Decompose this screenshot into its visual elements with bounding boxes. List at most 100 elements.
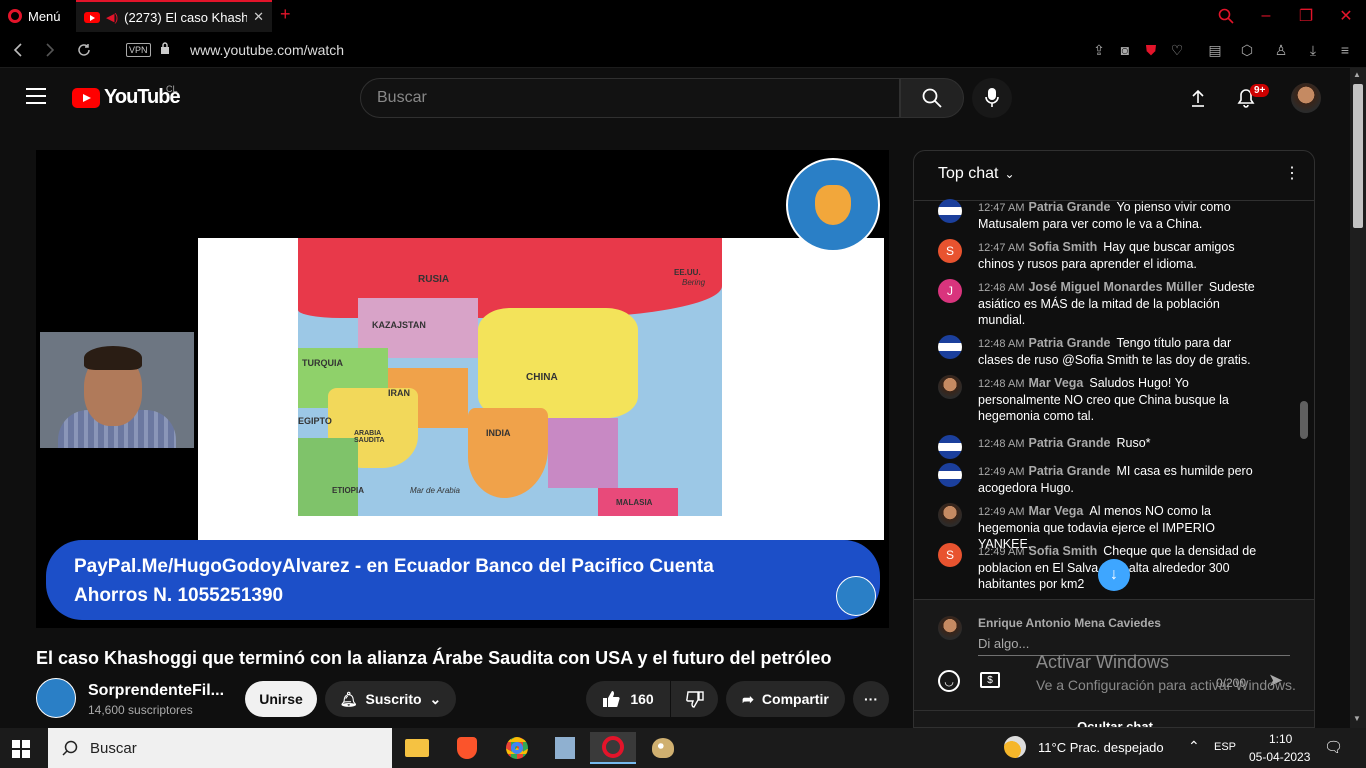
channel-name[interactable]: SorprendenteFil... — [88, 682, 224, 700]
chat-input-placeholder: Di algo... — [978, 636, 1030, 651]
close-window-button[interactable]: ✕ — [1326, 0, 1366, 32]
share-label: Compartir — [761, 691, 829, 707]
brave-browser-icon[interactable] — [444, 732, 490, 764]
chat-message[interactable]: 12:48 AM Patria Grande Tengo título para d… — [938, 335, 1268, 368]
start-windows-icon[interactable] — [12, 740, 30, 758]
url-field[interactable]: www.youtube.com/watch — [190, 42, 344, 58]
search-button[interactable] — [900, 78, 964, 118]
weather-text[interactable]: 11°C Prac. despejado — [1038, 740, 1164, 755]
download-icon[interactable]: ⤓ — [1304, 41, 1322, 59]
vpn-badge[interactable]: VPN — [126, 43, 151, 57]
clock-date[interactable]: 05-04-2023 — [1249, 750, 1310, 764]
video-title: El caso Khashoggi que terminó con la ali… — [36, 648, 832, 668]
chat-author-name[interactable]: Patria Grande — [1028, 336, 1110, 350]
scroll-to-bottom-button[interactable]: ↓ — [1098, 559, 1130, 591]
chat-author-avatar — [938, 335, 962, 359]
chat-message[interactable]: 12:48 AM Mar Vega Saludos Hugo! Yo persona… — [938, 375, 1268, 424]
share-button[interactable]: ➦ Compartir — [726, 681, 845, 717]
like-button[interactable]: 160 — [586, 681, 670, 717]
maximize-button[interactable]: ❐ — [1286, 0, 1326, 32]
chat-author-avatar — [938, 375, 962, 399]
chat-message[interactable]: S 12:47 AM Sofia Smith Hay que buscar amigo… — [938, 239, 1268, 272]
search-icon — [62, 740, 78, 756]
join-button[interactable]: Unirse — [245, 681, 317, 717]
subscribed-button[interactable]: 🔔︎ Suscrito ⌄ — [325, 681, 456, 717]
taskbar-search[interactable]: Buscar — [48, 728, 392, 768]
voice-search-button[interactable] — [972, 78, 1012, 118]
notepad-icon[interactable] — [542, 732, 588, 764]
clock-time[interactable]: 1:10 — [1269, 732, 1292, 746]
search-placeholder: Buscar — [377, 89, 427, 106]
file-explorer-icon[interactable] — [394, 732, 440, 764]
profile-icon[interactable]: ♙ — [1272, 41, 1290, 59]
forward-button[interactable] — [40, 40, 60, 60]
chat-author-name[interactable]: Sofia Smith — [1028, 240, 1097, 254]
chat-scrollbar-thumb[interactable] — [1300, 401, 1308, 439]
live-chat-panel: Top chat ⌄ ⋮ 12:47 AM Patria Grande Yo pie… — [913, 150, 1315, 728]
chat-author-name[interactable]: Patria Grande — [1028, 200, 1110, 214]
close-tab-icon[interactable]: ✕ — [253, 9, 264, 25]
snapshot-icon[interactable]: ◙ — [1116, 41, 1134, 59]
easy-setup-icon[interactable]: ≡ — [1336, 41, 1354, 59]
notification-center-icon[interactable]: 🗨︎ — [1324, 738, 1343, 756]
opera-taskbar-icon[interactable] — [590, 732, 636, 764]
hamburger-menu-icon[interactable] — [26, 88, 46, 104]
new-tab-button[interactable]: + — [280, 4, 291, 25]
search-input[interactable]: Buscar — [360, 78, 900, 118]
chat-author-name[interactable]: Mar Vega — [1028, 376, 1083, 390]
extensions-cube-icon[interactable]: ⬡ — [1238, 41, 1256, 59]
share-page-icon[interactable]: ⇪ — [1090, 41, 1108, 59]
join-label: Unirse — [259, 691, 303, 707]
chat-message[interactable]: 12:49 AM Patria Grande MI casa es humilde … — [938, 463, 1268, 496]
map-slide: RUSIA KAZAJSTAN CHINA IRAN INDIA TURQUIA… — [198, 238, 884, 540]
lock-icon[interactable] — [160, 42, 170, 54]
chat-more-icon[interactable]: ⋮ — [1284, 163, 1300, 183]
emoji-icon[interactable]: ◡ — [938, 670, 960, 692]
chat-author-name[interactable]: José Miguel Monardes Müller — [1028, 280, 1202, 294]
channel-avatar[interactable] — [36, 678, 76, 718]
map-label-saudi-arabia: ARABIA SAUDITA — [354, 430, 385, 444]
chat-message[interactable]: 12:48 AM Patria Grande Ruso* — [938, 435, 1268, 459]
map-label-egypt: EGIPTO — [298, 416, 332, 426]
browser-tab-active[interactable]: ◀) (2273) El caso Khashogg ✕ — [76, 0, 272, 32]
chat-message-body: 12:47 AM Sofia Smith Hay que buscar amigos… — [978, 239, 1268, 272]
minimize-button[interactable]: – — [1246, 0, 1286, 32]
super-chat-icon[interactable]: $ — [980, 672, 1000, 688]
reload-button[interactable] — [74, 40, 94, 60]
scroll-up-arrow-icon[interactable]: ▲ — [1353, 70, 1361, 79]
paint-icon[interactable] — [640, 732, 686, 764]
chat-message[interactable]: 12:47 AM Patria Grande Yo pienso vivir com… — [938, 199, 1268, 232]
chat-author-name[interactable]: Patria Grande — [1028, 464, 1110, 478]
opera-menu-button[interactable]: Menú — [8, 6, 61, 26]
chat-timestamp: 12:47 AM — [978, 202, 1025, 214]
hide-chat-button[interactable]: Ocultar chat — [914, 710, 1314, 727]
heart-icon[interactable]: ♡ — [1168, 41, 1186, 59]
bell-icon: 🔔︎ — [339, 690, 358, 707]
chat-author-name[interactable]: Sofia Smith — [1028, 544, 1097, 558]
show-hidden-icons-chevron-icon[interactable]: ⌃ — [1188, 738, 1200, 755]
wallet-icon[interactable]: ▤ — [1206, 41, 1224, 59]
chat-author-name[interactable]: Patria Grande — [1028, 436, 1110, 450]
dislike-button[interactable] — [671, 681, 718, 717]
page-scrollbar-thumb[interactable] — [1353, 84, 1363, 228]
chat-message[interactable]: J 12:48 AM José Miguel Monardes Müller Sude… — [938, 279, 1268, 328]
more-actions-button[interactable]: ··· — [853, 681, 889, 717]
activate-windows-title: Activar Windows — [1036, 652, 1170, 672]
search-tabs-icon[interactable] — [1206, 0, 1246, 32]
user-avatar[interactable] — [1291, 83, 1321, 113]
top-chat-selector[interactable]: Top chat ⌄ — [938, 165, 1015, 183]
chrome-icon[interactable] — [494, 732, 540, 764]
chevron-down-icon: ⌄ — [429, 690, 442, 707]
chat-author-name[interactable]: Mar Vega — [1028, 504, 1083, 518]
chat-author-avatar — [938, 503, 962, 527]
weather-icon[interactable] — [1004, 736, 1026, 758]
video-player[interactable]: RUSIA KAZAJSTAN CHINA IRAN INDIA TURQUIA… — [36, 150, 889, 628]
language-indicator[interactable]: ESP — [1214, 741, 1236, 753]
upload-icon[interactable] — [1186, 86, 1210, 110]
youtube-logo[interactable]: YouTube — [72, 86, 181, 109]
scroll-down-arrow-icon[interactable]: ▼ — [1353, 714, 1361, 723]
adblock-shield-icon[interactable]: ⛊ — [1142, 41, 1160, 59]
map-label-iran: IRAN — [388, 388, 410, 398]
chat-author-avatar — [938, 435, 962, 459]
back-button[interactable] — [8, 40, 28, 60]
